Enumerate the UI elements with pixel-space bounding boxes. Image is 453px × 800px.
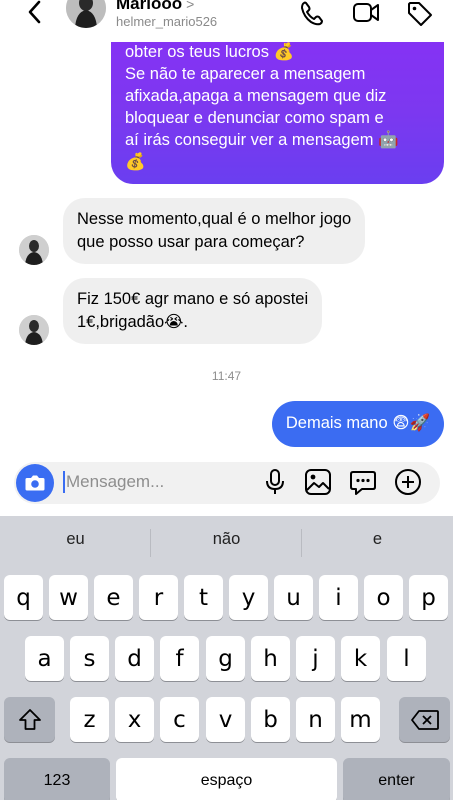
- chat-thread[interactable]: obter os teus lucros 💰 Se não te aparece…: [0, 2, 453, 456]
- message-line: Fiz 150€ agr mano e só apostei: [77, 290, 309, 308]
- shift-icon: [18, 708, 41, 730]
- text-caret: [63, 471, 65, 493]
- key-f[interactable]: f: [160, 636, 199, 681]
- message-line: afixada,apaga a mensagem que diz: [125, 87, 387, 105]
- timestamp: 11:47: [211, 369, 242, 383]
- key-x[interactable]: x: [115, 697, 154, 742]
- key-u[interactable]: u: [274, 575, 313, 620]
- space-key[interactable]: espaço: [116, 758, 337, 800]
- key-d[interactable]: d: [115, 636, 154, 681]
- key-e[interactable]: e: [94, 575, 133, 620]
- key-t[interactable]: t: [184, 575, 223, 620]
- backspace-icon: [410, 709, 439, 730]
- video-icon[interactable]: [352, 0, 380, 28]
- camera-button[interactable]: [16, 464, 54, 502]
- message-input[interactable]: [66, 470, 246, 494]
- gallery-icon[interactable]: [303, 467, 333, 497]
- message-line: obter os teus lucros 💰: [125, 43, 295, 61]
- message-line: que posso usar para começar?: [77, 233, 305, 251]
- add-icon[interactable]: [393, 467, 423, 497]
- sender-avatar[interactable]: [19, 315, 49, 345]
- contact-name[interactable]: Mariooo >: [116, 0, 194, 14]
- key-m[interactable]: m: [341, 697, 380, 742]
- key-w[interactable]: w: [49, 575, 88, 620]
- message-line: aí irás conseguir ver a mensagem 🤖: [125, 131, 399, 149]
- key-z[interactable]: z: [70, 697, 109, 742]
- sender-avatar[interactable]: [19, 235, 49, 265]
- camera-icon: [25, 475, 45, 491]
- tag-icon[interactable]: [406, 0, 434, 28]
- key-q[interactable]: q: [4, 575, 43, 620]
- sticker-icon[interactable]: [348, 467, 378, 497]
- key-b[interactable]: b: [251, 697, 290, 742]
- contact-avatar[interactable]: [66, 0, 106, 28]
- key-p[interactable]: p: [409, 575, 448, 620]
- suggestion-3[interactable]: e: [302, 530, 453, 549]
- contact-username: helmer_mario526: [116, 14, 218, 29]
- key-j[interactable]: j: [296, 636, 335, 681]
- key-a[interactable]: a: [25, 636, 64, 681]
- suggestion-2[interactable]: não: [151, 530, 302, 549]
- incoming-message[interactable]: Nesse momento,qual é o melhor jogo que p…: [63, 198, 366, 264]
- message-line: Nesse momento,qual é o melhor jogo: [77, 210, 352, 228]
- enter-key[interactable]: enter: [343, 758, 450, 800]
- key-g[interactable]: g: [206, 636, 245, 681]
- chat-header: Mariooo > helmer_mario526: [0, 0, 453, 42]
- message-line: Se não te aparecer a mensagem: [125, 65, 366, 83]
- message-line: 1€,brigadão😭.: [77, 313, 189, 331]
- key-c[interactable]: c: [160, 697, 199, 742]
- chevron-right-icon: >: [186, 0, 195, 12]
- shift-key[interactable]: [4, 697, 55, 742]
- phone-icon[interactable]: [298, 0, 326, 28]
- microphone-icon[interactable]: [260, 467, 290, 497]
- back-icon[interactable]: [22, 0, 50, 28]
- key-n[interactable]: n: [296, 697, 335, 742]
- outgoing-message-blue[interactable]: Demais mano 😨🚀: [271, 401, 444, 447]
- suggestion-1[interactable]: eu: [0, 530, 151, 549]
- backspace-key[interactable]: [399, 697, 450, 742]
- key-h[interactable]: h: [251, 636, 290, 681]
- incoming-message[interactable]: Fiz 150€ agr mano e só apostei 1€,brigad…: [63, 278, 323, 344]
- key-l[interactable]: l: [387, 636, 426, 681]
- key-k[interactable]: k: [341, 636, 380, 681]
- key-y[interactable]: y: [229, 575, 268, 620]
- key-i[interactable]: i: [319, 575, 358, 620]
- key-v[interactable]: v: [206, 697, 245, 742]
- key-r[interactable]: r: [139, 575, 178, 620]
- message-line: bloquear e denunciar como spam e: [125, 109, 384, 127]
- message-line: 💰: [125, 153, 146, 171]
- key-s[interactable]: s: [70, 636, 109, 681]
- key-o[interactable]: o: [364, 575, 403, 620]
- numbers-key[interactable]: 123: [4, 758, 110, 800]
